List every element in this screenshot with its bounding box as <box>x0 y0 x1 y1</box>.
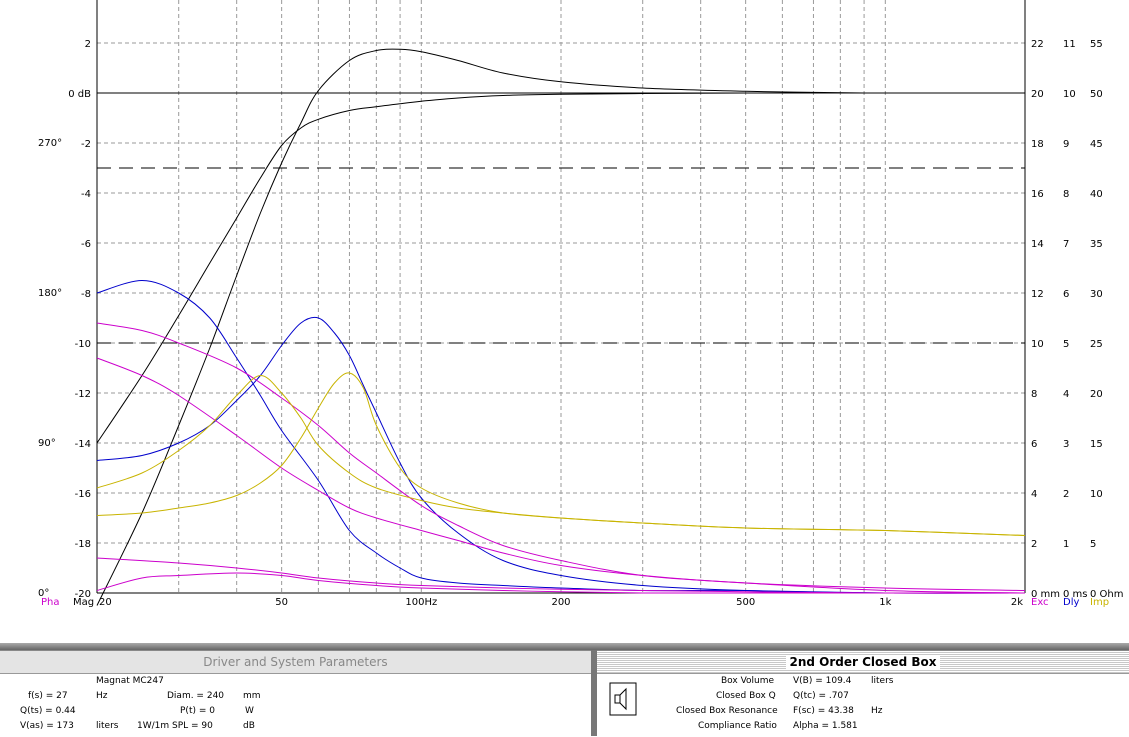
mag-tick-label: -6 <box>81 239 91 250</box>
mag-tick-label: -4 <box>81 189 91 200</box>
right-tick-label: 4 <box>1031 489 1037 500</box>
right-tick-label: 5 <box>1090 539 1096 550</box>
right-tick-label: 4 <box>1063 389 1069 400</box>
splitter-bar[interactable] <box>0 643 1129 650</box>
pt-value[interactable]: P(t) = 0 <box>180 706 215 716</box>
driver-name[interactable]: Magnat MC247 <box>96 676 164 686</box>
right-tick-label: 15 <box>1090 439 1103 450</box>
mag-tick-label: -10 <box>75 339 91 350</box>
right-axis-name: Imp <box>1090 597 1109 608</box>
curves <box>96 48 1026 606</box>
right-tick-label: 2 <box>1031 539 1037 550</box>
vas-unit: liters <box>96 721 119 731</box>
right-tick-label: 10 <box>1090 489 1103 500</box>
right-tick-label: 12 <box>1031 289 1044 300</box>
right-tick-label: 6 <box>1031 439 1037 450</box>
mag-tick-label: -18 <box>75 539 91 550</box>
tick-labels: 20 dB-2-4-6-8-10-12-14-16-18-20270°180°9… <box>38 39 1124 608</box>
right-axis-name: Dly <box>1063 597 1079 608</box>
phase-tick-label: 270° <box>38 138 62 149</box>
closed-box-title-text: 2nd Order Closed Box <box>785 655 941 669</box>
closed-box-q-value[interactable]: Q(tc) = .707 <box>793 691 849 701</box>
closed-box-panel: 2nd Order Closed Box Box Volume V(B) = 1… <box>597 650 1129 737</box>
fs-unit: Hz <box>96 691 108 701</box>
x-tick-label: 20 <box>99 597 112 608</box>
x-tick-label: 200 <box>551 597 570 608</box>
right-tick-label: 20 <box>1031 89 1044 100</box>
right-tick-label: 35 <box>1090 239 1103 250</box>
mag-tick-label: -8 <box>81 289 91 300</box>
closed-box-resonance-unit: Hz <box>871 706 883 716</box>
mag-tick-label: -14 <box>75 439 91 450</box>
right-tick-label: 1 <box>1063 539 1069 550</box>
right-tick-label: 6 <box>1063 289 1069 300</box>
phase-axis-name: Pha <box>41 597 60 608</box>
right-tick-label: 20 <box>1090 389 1103 400</box>
series-line <box>96 92 865 444</box>
right-tick-label: 10 <box>1063 89 1076 100</box>
right-tick-label: 50 <box>1090 89 1103 100</box>
right-axis-name: Exc <box>1031 597 1049 608</box>
right-tick-label: 11 <box>1063 39 1076 50</box>
mag-tick-label: 0 dB <box>68 89 91 100</box>
right-tick-label: 7 <box>1063 239 1069 250</box>
driver-parameters-panel: Driver and System Parameters Magnat MC24… <box>0 650 591 737</box>
diam-value[interactable]: Diam. = 240 <box>167 691 224 701</box>
box-volume-unit: liters <box>871 676 894 686</box>
mag-axis-name: Mag <box>73 597 94 608</box>
phase-tick-label: 90° <box>38 438 56 449</box>
right-tick-label: 22 <box>1031 39 1044 50</box>
x-tick-label: 1k <box>879 597 891 608</box>
closed-box-q-label: Closed Box Q <box>716 691 776 701</box>
right-tick-label: 30 <box>1090 289 1103 300</box>
right-tick-label: 9 <box>1063 139 1069 150</box>
right-tick-label: 8 <box>1063 189 1069 200</box>
spl-unit: dB <box>243 721 255 731</box>
mag-tick-label: -16 <box>75 489 91 500</box>
x-tick-label: 100Hz <box>405 597 437 608</box>
box-volume-value[interactable]: V(B) = 109.4 <box>793 676 851 686</box>
phase-tick-label: 180° <box>38 288 62 299</box>
right-tick-label: 3 <box>1063 439 1069 450</box>
grid <box>96 0 1026 594</box>
closed-box-title: 2nd Order Closed Box <box>597 651 1129 674</box>
right-tick-label: 16 <box>1031 189 1044 200</box>
series-line <box>96 48 865 606</box>
right-tick-label: 10 <box>1031 339 1044 350</box>
vas-value[interactable]: V(as) = 173 <box>20 721 74 731</box>
diam-unit: mm <box>243 691 261 701</box>
pt-unit: W <box>245 706 254 716</box>
x-tick-label: 50 <box>275 597 288 608</box>
x-tick-label: 2k <box>1011 597 1023 608</box>
right-tick-label: 14 <box>1031 239 1044 250</box>
compliance-ratio-label: Compliance Ratio <box>698 721 777 731</box>
right-tick-label: 5 <box>1063 339 1069 350</box>
x-tick-label: 500 <box>736 597 755 608</box>
qts-value[interactable]: Q(ts) = 0.44 <box>20 706 76 716</box>
mag-tick-label: -2 <box>81 139 91 150</box>
response-chart: 20 dB-2-4-6-8-10-12-14-16-18-20270°180°9… <box>38 0 1124 608</box>
mag-tick-label: -12 <box>75 389 91 400</box>
driver-panel-title: Driver and System Parameters <box>0 651 591 674</box>
right-tick-label: 2 <box>1063 489 1069 500</box>
mag-tick-label: 2 <box>85 39 91 50</box>
right-tick-label: 55 <box>1090 39 1103 50</box>
right-tick-label: 18 <box>1031 139 1044 150</box>
right-tick-label: 40 <box>1090 189 1103 200</box>
box-volume-label: Box Volume <box>721 676 775 686</box>
fs-value[interactable]: f(s) = 27 <box>28 691 68 701</box>
compliance-ratio-value[interactable]: Alpha = 1.581 <box>793 721 858 731</box>
right-tick-label: 8 <box>1031 389 1037 400</box>
closed-box-resonance-value[interactable]: F(sc) = 43.38 <box>793 706 854 716</box>
closed-box-speaker-icon <box>609 682 637 716</box>
right-tick-label: 45 <box>1090 139 1103 150</box>
right-tick-label: 25 <box>1090 339 1103 350</box>
spl-value[interactable]: 1W/1m SPL = 90 <box>137 721 213 731</box>
closed-box-resonance-label: Closed Box Resonance <box>676 706 778 716</box>
